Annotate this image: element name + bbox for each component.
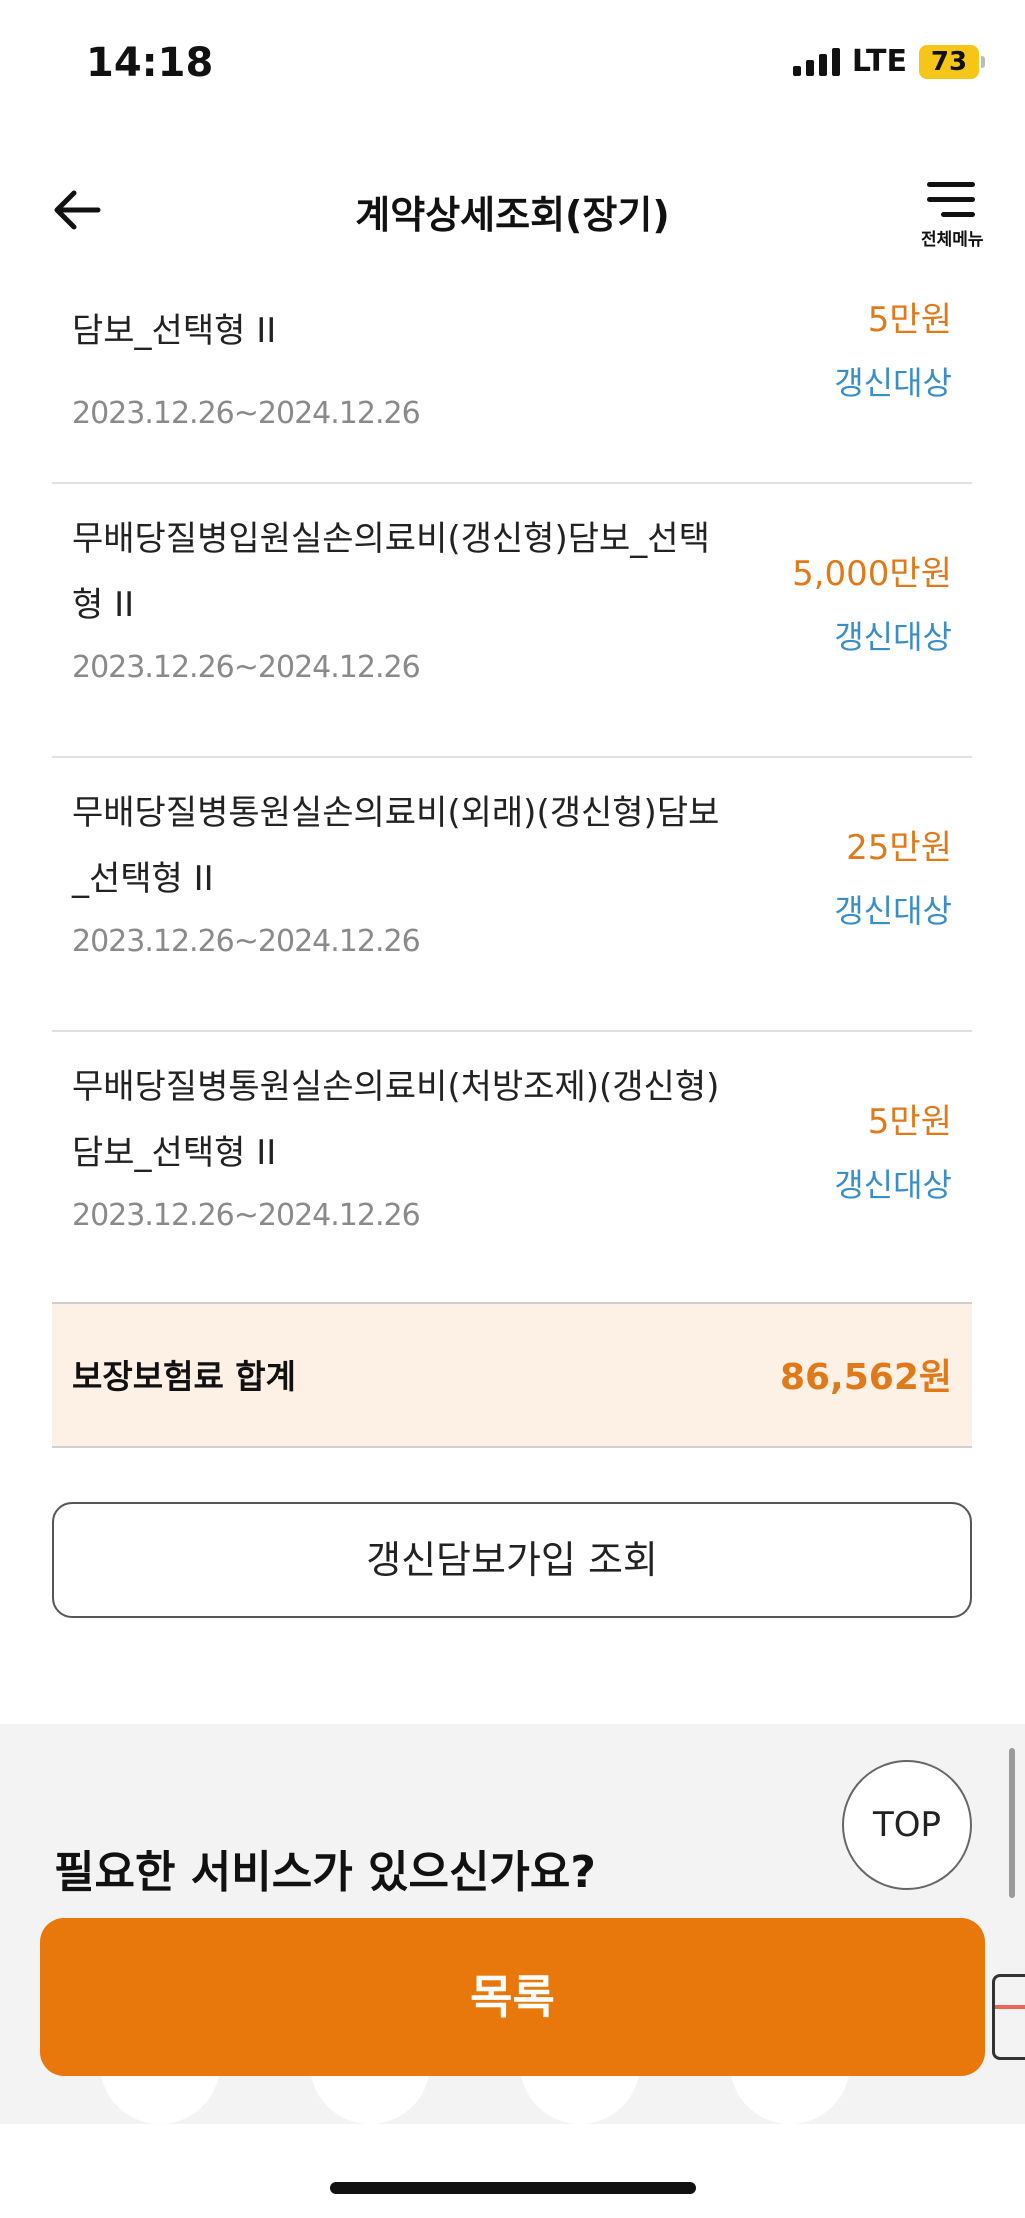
list-button[interactable]: 목록 (40, 1918, 985, 2076)
card-icon[interactable] (992, 1974, 1025, 2060)
coverage-name: 담보_선택형 II (72, 311, 277, 351)
premium-total-value: 86,562원 (779, 1357, 952, 1398)
network-label: LTE (851, 44, 907, 79)
coverage-item: 담보_선택형 II 2023.12.26~2024.12.26 5만원 갱신대상 (52, 260, 972, 484)
coverage-amount: 5,000만원 (792, 554, 952, 594)
coverage-item: 무배당질병통원실손의료비(외래)(갱신형)담보 _선택형 II 2023.12.2… (52, 758, 972, 1032)
app-header: 계약상세조회(장기) 전체메뉴 (0, 160, 1025, 260)
coverage-list: 담보_선택형 II 2023.12.26~2024.12.26 5만원 갱신대상… (52, 260, 972, 1304)
home-indicator[interactable] (330, 2182, 696, 2194)
coverage-name: 무배당질병입원실손의료비(갱신형)담보_선택 형 II (72, 519, 710, 625)
full-menu-label: 전체메뉴 (921, 230, 984, 250)
coverage-period: 2023.12.26~2024.12.26 (72, 1198, 421, 1233)
premium-total-row: 보장보험료 합계 86,562원 (52, 1302, 972, 1448)
coverage-status: 갱신대상 (834, 618, 952, 656)
status-time: 14:18 (86, 40, 214, 86)
coverage-status: 갱신대상 (834, 1166, 952, 1204)
coverage-period: 2023.12.26~2024.12.26 (72, 396, 421, 431)
full-menu-button[interactable]: 전체메뉴 (921, 182, 984, 250)
coverage-period: 2023.12.26~2024.12.26 (72, 650, 421, 685)
premium-total-label: 보장보험료 합계 (72, 1357, 297, 1396)
status-bar: 14:18 LTE 73 (0, 0, 1025, 130)
coverage-amount: 25만원 (846, 828, 952, 868)
battery-level: 73 (919, 44, 979, 79)
coverage-status: 갱신대상 (834, 892, 952, 930)
coverage-amount: 5만원 (867, 1102, 952, 1142)
battery-icon: 73 (919, 44, 985, 79)
scrollbar[interactable] (1009, 1748, 1015, 1898)
renew-coverage-inquiry-button[interactable]: 갱신담보가입 조회 (52, 1502, 972, 1618)
coverage-name: 무배당질병통원실손의료비(처방조제)(갱신형) 담보_선택형 II (72, 1067, 720, 1173)
page-title: 계약상세조회(장기) (355, 193, 670, 237)
coverage-item: 무배당질병통원실손의료비(처방조제)(갱신형) 담보_선택형 II 2023.12… (52, 1032, 972, 1304)
coverage-amount: 5만원 (867, 300, 952, 340)
coverage-name: 무배당질병통원실손의료비(외래)(갱신형)담보 _선택형 II (72, 793, 720, 899)
coverage-status: 갱신대상 (834, 364, 952, 402)
scroll-top-button[interactable]: TOP (842, 1760, 972, 1890)
signal-icon (792, 47, 840, 76)
service-heading: 필요한 서비스가 있으신가요? (54, 1847, 596, 1898)
coverage-item: 무배당질병입원실손의료비(갱신형)담보_선택 형 II 2023.12.26~20… (52, 484, 972, 758)
hamburger-icon (921, 182, 981, 217)
coverage-period: 2023.12.26~2024.12.26 (72, 924, 421, 959)
